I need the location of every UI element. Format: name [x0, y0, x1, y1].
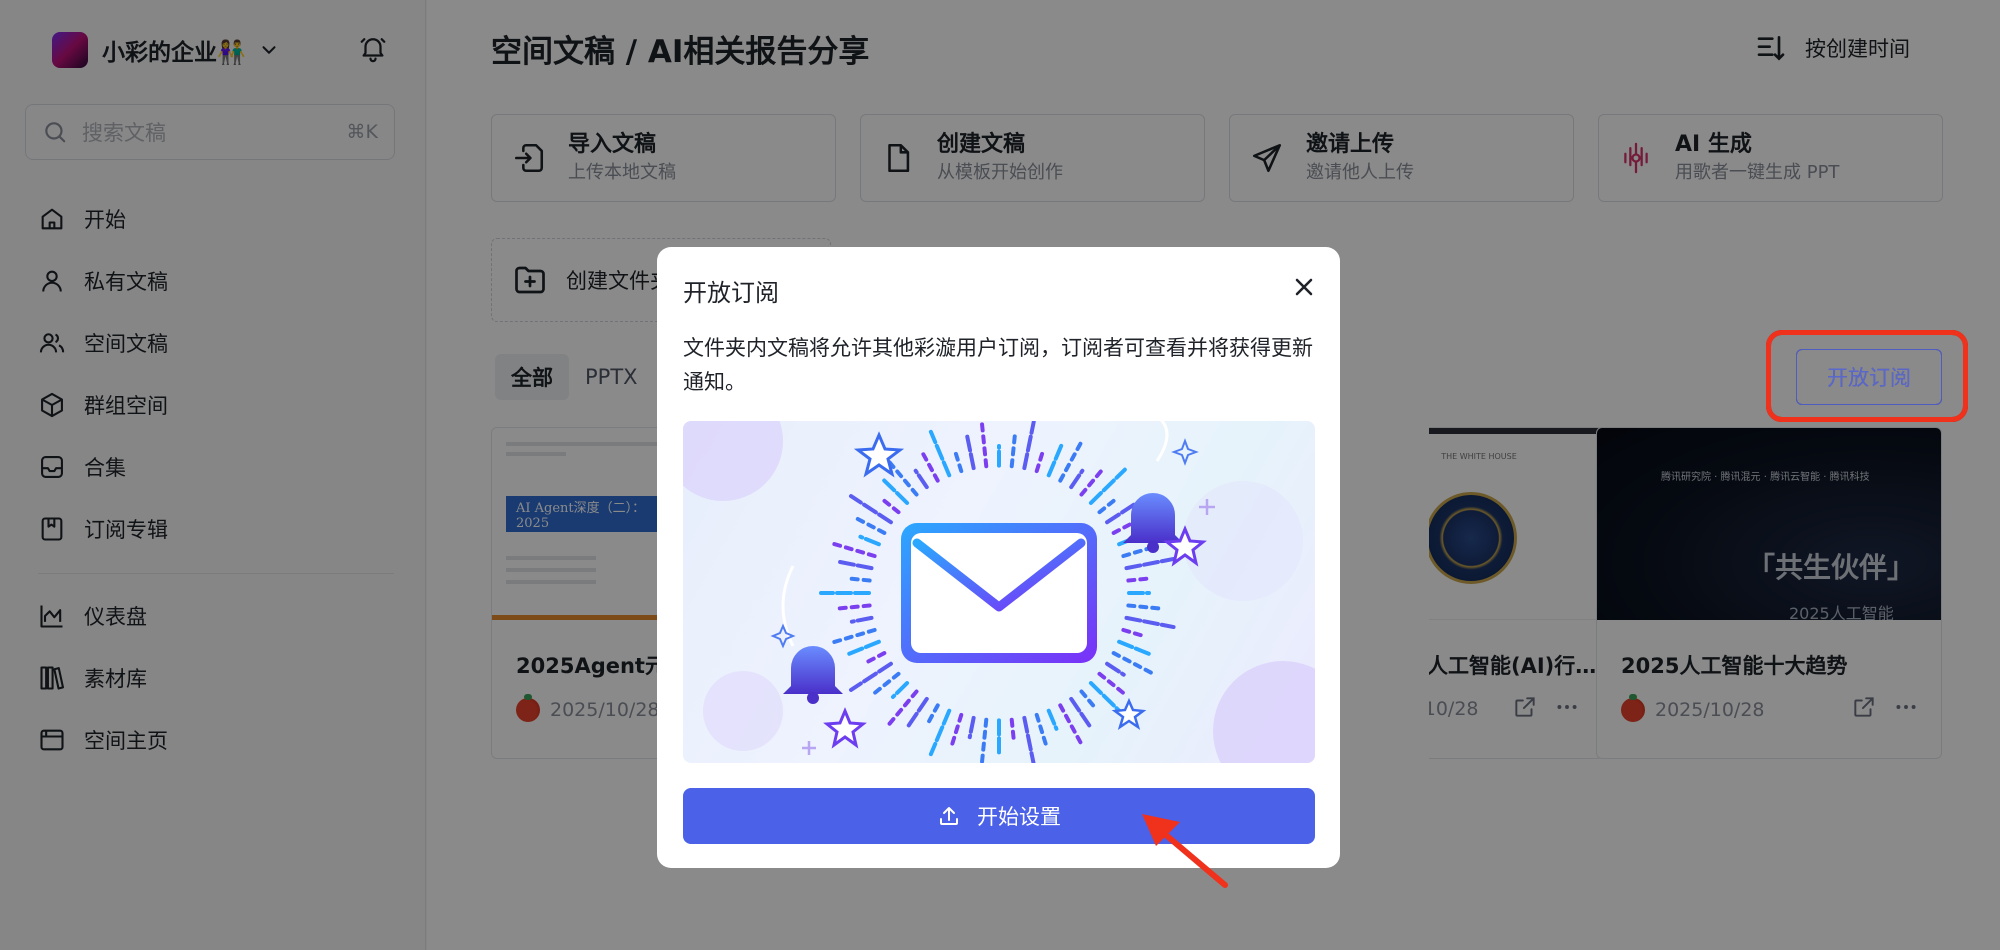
- ray-decoration: [1022, 421, 1036, 471]
- ray-decoration: [1126, 576, 1151, 583]
- ray-decoration: [881, 477, 910, 505]
- subscription-dialog: 开放订阅 文件夹内文稿将允许其他彩漩用户订阅，订阅者可查看并将获得更新通知。 开…: [657, 247, 1340, 868]
- upload-icon: [940, 807, 958, 825]
- open-subscription-button-dim[interactable]: 开放订阅: [1796, 349, 1942, 405]
- ray-decoration: [1097, 497, 1117, 515]
- ray-decoration: [953, 450, 964, 474]
- ray-decoration: [1069, 696, 1093, 729]
- ray-decoration: [847, 576, 872, 583]
- dialog-title: 开放订阅: [683, 279, 779, 307]
- ray-decoration: [1124, 615, 1176, 630]
- ray-decoration: [826, 627, 877, 646]
- ray-decoration: [919, 449, 940, 483]
- ray-decoration: [833, 603, 872, 611]
- ray-decoration: [1034, 450, 1045, 474]
- ray-decoration: [1009, 717, 1016, 742]
- ray-decoration: [1034, 712, 1049, 749]
- ray-decoration: [928, 708, 952, 757]
- ray-decoration: [1105, 661, 1126, 677]
- arrow-annotation-icon: [1142, 814, 1228, 888]
- ray-decoration: [881, 497, 901, 515]
- ray-decoration: [928, 429, 952, 478]
- ray-decoration: [849, 615, 874, 624]
- ray-decoration: [965, 433, 976, 471]
- ray-decoration: [979, 421, 989, 469]
- ray-decoration: [967, 715, 976, 740]
- ray-decoration: [836, 559, 874, 571]
- envelope-illustration: [683, 421, 1315, 763]
- ray-decoration: [1117, 639, 1153, 657]
- ray-decoration: [1097, 671, 1128, 697]
- ray-decoration: [1009, 431, 1018, 469]
- ray-decoration: [1069, 468, 1085, 490]
- ray-decoration: [890, 681, 910, 699]
- ray-decoration: [1121, 627, 1145, 638]
- ray-decoration: [1126, 603, 1165, 611]
- close-icon[interactable]: [1290, 273, 1318, 301]
- ray-decoration: [913, 468, 929, 490]
- ray-decoration: [1079, 466, 1106, 497]
- ray-decoration: [1022, 715, 1036, 763]
- ray-decoration: [1046, 708, 1059, 731]
- ray-decoration: [845, 639, 881, 657]
- ray-decoration: [979, 717, 989, 763]
- ray-decoration: [852, 515, 887, 535]
- ray-decoration: [826, 540, 877, 559]
- ray-decoration: [870, 671, 901, 697]
- dialog-description: 文件夹内文稿将允许其他彩漩用户订阅，订阅者可查看并将获得更新通知。: [683, 336, 1313, 394]
- ray-decoration: [864, 651, 887, 665]
- ray-decoration: [926, 703, 940, 725]
- mail-illustration: [683, 421, 1315, 763]
- ray-decoration: [1046, 442, 1064, 478]
- ray-decoration: [858, 534, 881, 547]
- ray-decoration: [949, 712, 964, 749]
- start-setup-label: 开始设置: [977, 805, 1061, 829]
- ray-decoration: [1079, 689, 1097, 709]
- ray-decoration: [905, 696, 929, 729]
- ray-decoration: [1124, 556, 1176, 571]
